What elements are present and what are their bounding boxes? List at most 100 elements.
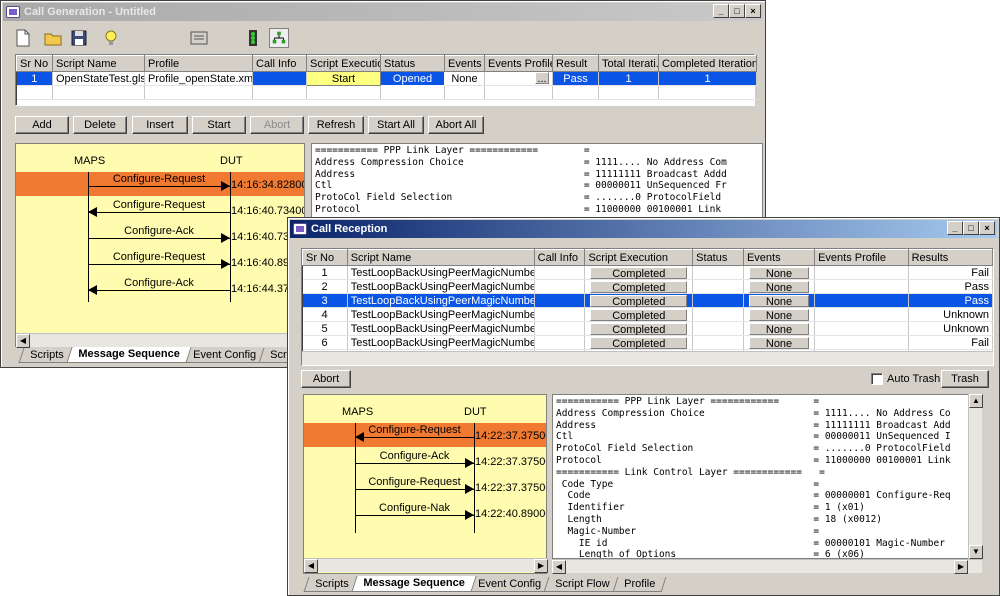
abort-all-button[interactable]: Abort All [428,116,484,134]
network-tree-icon[interactable] [269,28,289,48]
col-call-info[interactable]: Call Info [533,249,586,266]
cell-events-profile[interactable]: ... [484,71,553,86]
col-sr-no[interactable]: Sr No [302,249,348,266]
cell-events[interactable]: None [444,71,485,86]
cell-exec[interactable]: Completed [584,279,694,294]
table-row[interactable]: 1 OpenStateTest.gls Profile_openState.xm… [16,71,757,86]
scroll-right-arrow-icon[interactable]: ▶ [954,560,968,574]
sequence-horizontal-scrollbar[interactable]: ◀ ▶ [304,558,548,573]
table-row[interactable]: 3TestLoopBackUsingPeerMagicNumber.gls Com… [302,293,994,308]
events-button[interactable]: None [748,294,810,307]
close-button[interactable]: × [745,4,761,18]
completed-button[interactable]: Completed [590,294,688,307]
cell-exec[interactable]: Completed [584,321,694,336]
col-script-name[interactable]: Script Name [52,55,145,72]
traffic-light-icon[interactable] [243,28,263,48]
delete-button[interactable]: Delete [73,116,127,134]
col-status[interactable]: Status [692,249,744,266]
col-status[interactable]: Status [380,55,445,72]
col-events[interactable]: Events [742,249,816,266]
col-events[interactable]: Events [444,55,485,72]
cell-events[interactable]: None [743,265,816,280]
scroll-left-arrow-icon[interactable]: ◀ [304,559,318,573]
completed-button[interactable]: Completed [590,280,688,293]
tab-script-flow[interactable]: Script Flow [543,577,621,592]
abort-button[interactable]: Abort [301,370,351,388]
start-cell-button[interactable]: Start [306,71,381,86]
report-icon[interactable] [189,28,209,48]
col-completed-iterations[interactable]: Completed Iterations [658,55,757,72]
save-icon[interactable] [69,28,89,48]
log-vertical-scrollbar[interactable]: ▲ ▼ [968,394,983,559]
tab-profile[interactable]: Profile [612,577,667,592]
tab-event-config[interactable]: Event Config [466,577,553,592]
scroll-down-arrow-icon[interactable]: ▼ [969,545,983,559]
abort-button[interactable]: Abort [250,116,304,134]
minimize-button[interactable]: _ [713,4,729,18]
table-row[interactable]: 5TestLoopBackUsingPeerMagicNumber.gls Com… [302,321,994,336]
refresh-button[interactable]: Refresh [308,116,364,134]
new-file-icon[interactable] [13,28,33,48]
table-row[interactable]: 2TestLoopBackUsingPeerMagicNumber.gls Com… [302,279,994,294]
col-total-iterations[interactable]: Total Iterati... [598,55,659,72]
cell-exec[interactable]: Completed [584,307,694,322]
cell-script[interactable]: OpenStateTest.gls [52,71,145,86]
cell-exec[interactable]: Completed [584,335,694,350]
col-profile[interactable]: Profile [144,55,253,72]
cell-exec[interactable]: Completed [584,293,694,308]
events-button[interactable]: None [748,308,810,321]
col-script-execution[interactable]: Script Execution [584,249,694,266]
events-button[interactable]: None [748,322,810,335]
open-folder-icon[interactable] [43,28,63,48]
col-script-execution[interactable]: Script Execution [306,55,381,72]
minimize-button[interactable]: _ [947,221,963,235]
completed-button[interactable]: Completed [590,336,688,349]
cell-exec[interactable]: Completed [584,265,694,280]
cell-events[interactable]: None [743,307,816,322]
col-events-profile[interactable]: Events Profile [484,55,553,72]
scroll-up-arrow-icon[interactable]: ▲ [969,394,983,408]
col-script-name[interactable]: Script Name [346,249,535,266]
col-result[interactable]: Result [552,55,599,72]
maximize-button[interactable]: □ [729,4,745,18]
col-call-info[interactable]: Call Info [252,55,307,72]
col-sr-no[interactable]: Sr No [16,55,53,72]
add-button[interactable]: Add [15,116,69,134]
table-row[interactable]: 4TestLoopBackUsingPeerMagicNumber.gls Com… [302,307,994,322]
cell-events[interactable]: None [743,321,816,336]
log-horizontal-scrollbar[interactable]: ◀ ▶ [552,559,982,574]
grid-horizontal-scrollbar[interactable] [302,351,993,365]
cell-profile[interactable]: Profile_openState.xml [144,71,253,86]
events-button[interactable]: None [748,266,810,279]
call-generation-titlebar[interactable]: Call Generation - Untitled _ □ × [3,3,763,21]
events-button[interactable]: None [748,280,810,293]
sequence-horizontal-scrollbar[interactable]: ◀ [16,333,304,348]
scroll-right-arrow-icon[interactable]: ▶ [534,559,548,573]
message-timestamp: 14:22:37.375000 [475,430,546,442]
cell-events[interactable]: None [743,335,816,350]
events-button[interactable]: None [748,336,810,349]
completed-button[interactable]: Completed [590,322,688,335]
col-events-profile[interactable]: Events Profile [814,249,909,266]
lightbulb-icon[interactable] [101,28,121,48]
call-reception-titlebar[interactable]: Call Reception _ □ × [290,220,997,238]
start-all-button[interactable]: Start All [368,116,424,134]
auto-trash-checkbox[interactable] [871,373,883,385]
cell-events[interactable]: None [743,279,816,294]
completed-button[interactable]: Completed [590,308,688,321]
start-button[interactable]: Start [192,116,246,134]
trash-button[interactable]: Trash [941,370,989,388]
col-results[interactable]: Results [907,249,994,266]
maximize-button[interactable]: □ [963,221,979,235]
tab-event-config[interactable]: Event Config [181,348,268,363]
table-row[interactable]: 6TestLoopBackUsingPeerMagicNumber.gls Com… [302,335,994,350]
insert-button[interactable]: Insert [132,116,188,134]
tab-message-sequence[interactable]: Message Sequence [351,576,476,592]
close-button[interactable]: × [979,221,995,235]
tab-message-sequence[interactable]: Message Sequence [66,347,191,363]
table-row[interactable]: 1TestLoopBackUsingPeerMagicNumber.gls Com… [302,265,994,280]
scroll-left-arrow-icon[interactable]: ◀ [16,334,30,348]
completed-button[interactable]: Completed [590,266,688,279]
cell-events[interactable]: None [743,293,816,308]
scroll-left-arrow-icon[interactable]: ◀ [552,560,566,574]
